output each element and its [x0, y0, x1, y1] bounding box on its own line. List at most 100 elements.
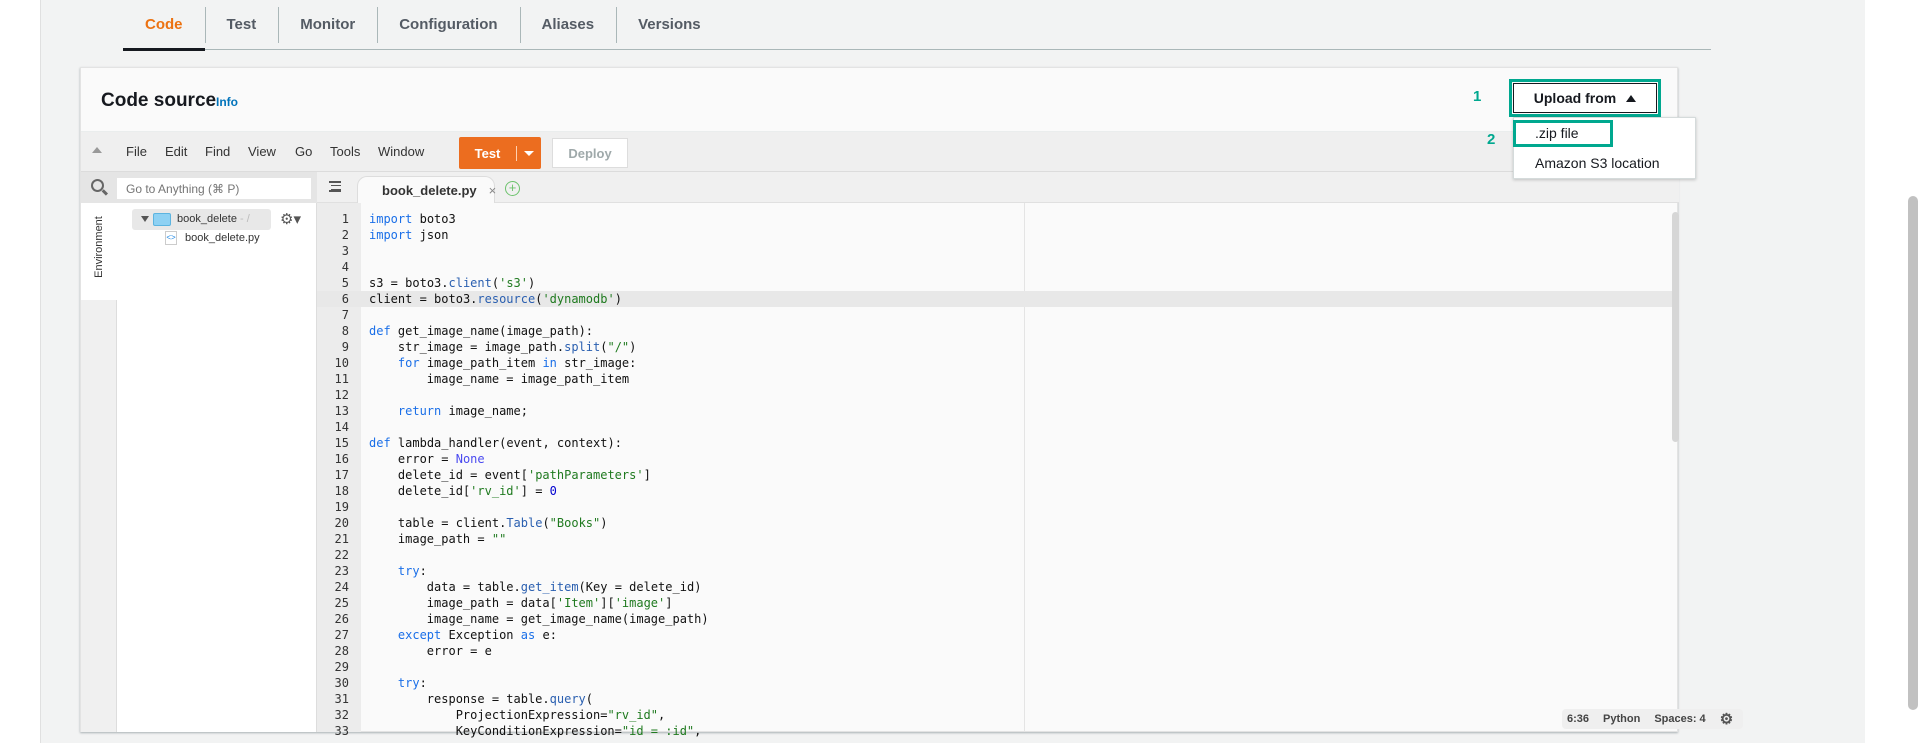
expand-triangle-icon[interactable] [141, 216, 149, 222]
upload-from-button[interactable]: Upload from [1513, 83, 1657, 113]
code-line: 31 response = table.query( [317, 691, 1672, 707]
code-line: 23 try: [317, 563, 1672, 579]
line-number: 10 [334, 356, 349, 370]
collapse-icon[interactable] [92, 147, 102, 153]
caret-down-icon[interactable] [524, 150, 534, 156]
line-number: 17 [334, 468, 349, 482]
line-number: 13 [334, 404, 349, 418]
line-number: 8 [341, 324, 349, 338]
code-line: 11 image_name = image_path_item [317, 371, 1672, 387]
menu-go[interactable]: Go [295, 144, 312, 159]
code-line: 24 data = table.get_item(Key = delete_id… [317, 579, 1672, 595]
line-number: 24 [334, 580, 349, 594]
code-text: def lambda_handler(event, context): [369, 436, 622, 450]
code-line: 12 [317, 387, 1672, 403]
line-number: 29 [334, 660, 349, 674]
indent-setting[interactable]: Spaces: 4 [1654, 713, 1705, 725]
menu-window[interactable]: Window [378, 144, 424, 159]
line-number: 26 [334, 612, 349, 626]
folder-item[interactable]: book_delete - / [132, 209, 271, 230]
code-text: client = boto3.resource('dynamodb') [369, 292, 622, 306]
tab-aliases[interactable]: Aliases [519, 0, 617, 49]
code-line: 10 for image_path_item in str_image: [317, 355, 1672, 371]
menu-file[interactable]: File [126, 144, 147, 159]
test-button[interactable]: Test [459, 137, 541, 169]
tab-configuration[interactable]: Configuration [377, 0, 519, 49]
panel-title: Code source [101, 90, 217, 111]
code-text: def get_image_name(image_path): [369, 324, 594, 338]
code-text: image_name = get_image_name(image_path) [426, 612, 709, 626]
file-item[interactable]: <> book_delete.py [165, 231, 260, 245]
code-line: 7 [317, 307, 1672, 323]
code-line: 26 image_name = get_image_name(image_pat… [317, 611, 1672, 627]
line-number: 7 [341, 308, 349, 322]
caret-up-icon [1626, 94, 1637, 102]
tab-code[interactable]: Code [123, 0, 205, 51]
code-text: error = e [426, 644, 492, 658]
editor-scrollbar[interactable] [1672, 212, 1679, 442]
code-text: ProjectionExpression="rv_id", [455, 708, 666, 722]
environment-strip: Environment [81, 203, 117, 732]
line-number: 31 [334, 692, 349, 706]
editor-tab-book-delete[interactable]: book_delete.py × [357, 176, 497, 203]
menu-edit[interactable]: Edit [165, 144, 187, 159]
tab-list-icon[interactable] [329, 181, 341, 192]
code-text: image_name = image_path_item [426, 372, 630, 386]
line-number: 22 [334, 548, 349, 562]
code-line: 25 image_path = data['Item']['image'] [317, 595, 1672, 611]
search-icon[interactable] [91, 179, 104, 192]
tab-test[interactable]: Test [204, 0, 279, 49]
step-marker-1: 1 [1473, 88, 1482, 105]
code-area[interactable]: 1 import boto3 2 import json 3 4 5 s3 = boto3.c… [317, 211, 1672, 739]
code-line: 3 [317, 243, 1672, 259]
editor-tab-label: book_delete.py [382, 182, 477, 198]
code-text: delete_id['rv_id'] = 0 [397, 484, 557, 498]
code-text: KeyConditionExpression="id = :id", [455, 724, 702, 738]
line-number: 16 [334, 452, 349, 466]
deploy-button[interactable]: Deploy [552, 138, 628, 168]
upload-from-label: Upload from [1533, 90, 1617, 106]
code-line: 4 [317, 259, 1672, 275]
page-scrollbar[interactable] [1908, 196, 1918, 710]
tree-settings-gear-icon[interactable]: ⚙▾ [280, 210, 301, 228]
code-line: 15 def lambda_handler(event, context): [317, 435, 1672, 451]
code-line: 6 client = boto3.resource('dynamodb') [317, 291, 1672, 307]
menu-view[interactable]: View [248, 144, 276, 159]
language-mode[interactable]: Python [1603, 713, 1640, 725]
file-sidebar: Environment book_delete - / ⚙▾ <> book_de… [81, 172, 317, 732]
line-number: 28 [334, 644, 349, 658]
menu-item-s3-location[interactable]: Amazon S3 location [1514, 148, 1695, 178]
editor-tab-bar: book_delete.py × + [317, 172, 1679, 203]
code-line: 32 ProjectionExpression="rv_id", [317, 707, 1672, 723]
info-link[interactable]: Info [216, 95, 238, 109]
code-text: s3 = boto3.client('s3') [369, 276, 536, 290]
file-name: book_delete.py [185, 231, 260, 244]
code-line: 13 return image_name; [317, 403, 1672, 419]
menu-tools[interactable]: Tools [330, 144, 360, 159]
function-tabs: Code Test Monitor Configuration Aliases Versi… [123, 0, 1711, 51]
code-text: str_image = image_path.split("/") [397, 340, 637, 354]
code-text: return image_name; [397, 404, 528, 418]
menu-find[interactable]: Find [205, 144, 230, 159]
tab-monitor[interactable]: Monitor [278, 0, 377, 49]
code-line: 1 import boto3 [317, 211, 1672, 227]
go-to-anything-input[interactable] [117, 178, 311, 199]
editor-settings-gear-icon[interactable]: ⚙ [1720, 710, 1733, 728]
close-icon[interactable]: × [489, 183, 497, 198]
code-file-icon: <> [165, 231, 177, 245]
add-tab-icon[interactable]: + [505, 181, 520, 196]
line-number: 4 [341, 260, 349, 274]
tab-versions[interactable]: Versions [616, 0, 723, 49]
line-number: 32 [334, 708, 349, 722]
code-line: 8 def get_image_name(image_path): [317, 323, 1672, 339]
test-label: Test [459, 145, 517, 161]
line-number: 25 [334, 596, 349, 610]
line-number: 12 [334, 388, 349, 402]
environment-tab[interactable]: Environment [81, 203, 117, 300]
